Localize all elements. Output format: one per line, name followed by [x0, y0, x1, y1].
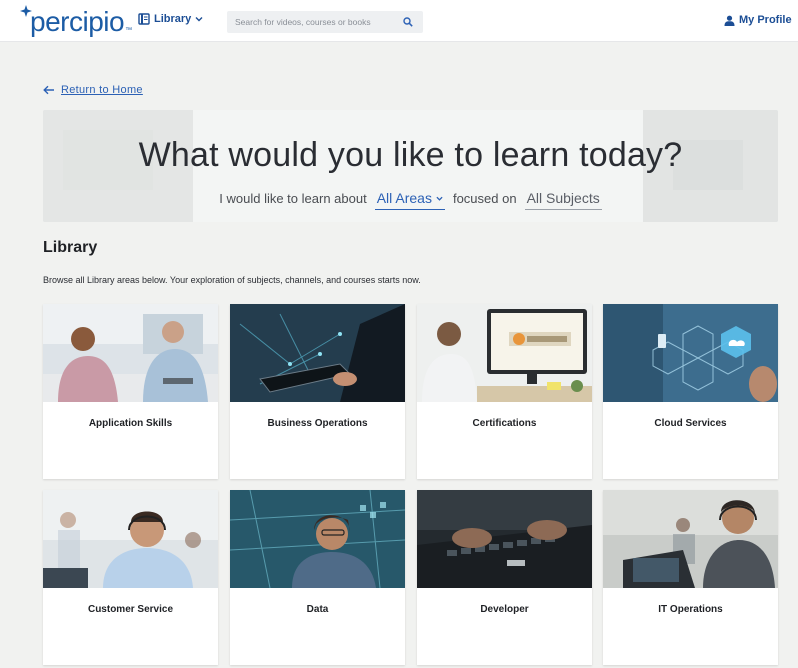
library-description: Browse all Library areas below. Your exp… [43, 275, 421, 285]
return-to-home-label: Return to Home [61, 84, 143, 96]
my-profile-button[interactable]: My Profile [724, 14, 792, 26]
search-bar [227, 11, 423, 33]
my-profile-label: My Profile [739, 14, 792, 26]
card-customer-service[interactable]: Customer Service [43, 490, 218, 665]
card-business-operations[interactable]: Business Operations [230, 304, 405, 479]
card-image-business-operations [230, 304, 405, 402]
card-image-customer-service [43, 490, 218, 588]
card-label: Data [306, 604, 329, 615]
library-title: Library [43, 239, 98, 256]
card-it-operations[interactable]: IT Operations [603, 490, 778, 665]
percipio-logo[interactable]: percipio ™ [18, 5, 133, 37]
card-label: Certifications [472, 418, 537, 429]
hero-banner: What would you like to learn today? I wo… [43, 110, 778, 222]
card-certifications[interactable]: Certifications [417, 304, 592, 479]
logo-mark-icon [20, 5, 32, 17]
library-book-icon [138, 13, 150, 25]
card-image-cloud-services [603, 304, 778, 402]
card-label: Application Skills [88, 418, 173, 429]
card-application-skills[interactable]: Application Skills [43, 304, 218, 479]
chevron-down-icon [195, 17, 203, 22]
hero-filter-row: I would like to learn about All Areas fo… [43, 190, 778, 210]
hero-prompt: I would like to learn about [219, 191, 367, 206]
card-cloud-services[interactable]: Cloud Services [603, 304, 778, 479]
card-label: IT Operations [658, 604, 723, 615]
areas-dropdown-value: All Areas [376, 190, 432, 206]
logo-trademark: ™ [125, 27, 133, 34]
arrow-left-icon [43, 85, 54, 95]
return-to-home-link[interactable]: Return to Home [43, 84, 143, 96]
card-image-it-operations [603, 490, 778, 588]
card-image-application-skills [43, 304, 218, 402]
logo-text: percipio [30, 6, 125, 37]
library-menu-label: Library [154, 13, 192, 25]
subjects-dropdown-value: All Subjects [526, 190, 600, 206]
top-nav-bar: percipio ™ Library My Profile [0, 0, 798, 42]
card-developer[interactable]: Developer [417, 490, 592, 665]
chevron-down-icon [436, 196, 443, 201]
card-label: Customer Service [87, 604, 174, 615]
search-icon[interactable] [403, 17, 413, 27]
card-image-developer [417, 490, 592, 588]
card-label: Developer [480, 604, 529, 615]
user-icon [724, 15, 735, 26]
card-image-certifications [417, 304, 592, 402]
card-image-data [230, 490, 405, 588]
hero-title: What would you like to learn today? [138, 136, 683, 174]
hero-focused-on: focused on [452, 191, 517, 206]
areas-dropdown[interactable]: All Areas [374, 190, 445, 210]
library-menu-button[interactable]: Library [138, 13, 203, 25]
card-label: Business Operations [267, 418, 368, 429]
subjects-dropdown[interactable]: All Subjects [524, 190, 602, 210]
card-data[interactable]: Data [230, 490, 405, 665]
search-input[interactable] [227, 11, 395, 33]
card-label: Cloud Services [654, 418, 727, 429]
